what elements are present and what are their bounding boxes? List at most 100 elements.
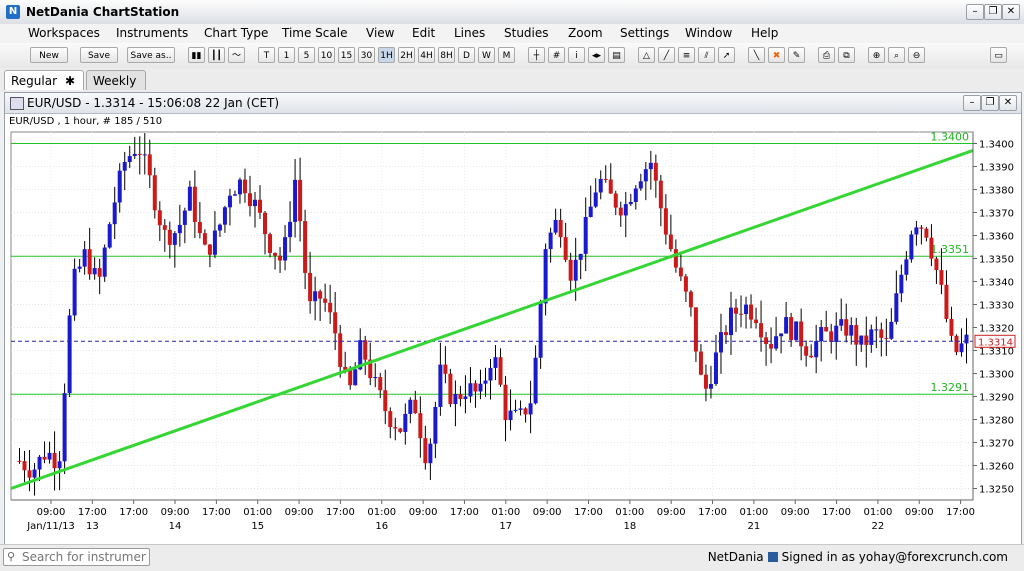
candle-body xyxy=(388,411,393,428)
candle-body xyxy=(884,337,889,339)
channel-tool-icon[interactable]: ⫽ xyxy=(698,47,715,63)
fibonacci-tool-icon[interactable]: ≡ xyxy=(678,47,695,63)
chart-close-button[interactable]: ✕ xyxy=(999,95,1017,111)
timeframe-w[interactable]: W xyxy=(478,47,495,63)
print-preview-icon[interactable]: ⧉ xyxy=(838,47,855,63)
menu-lines[interactable]: Lines xyxy=(454,26,485,40)
minimize-button[interactable]: – xyxy=(966,4,984,20)
tab-close-icon[interactable]: ✱ xyxy=(65,71,75,91)
zoom-out-icon[interactable]: ⊖ xyxy=(908,47,925,63)
toolbar-menu-icon[interactable]: ▭ xyxy=(990,47,1007,63)
candle-body xyxy=(348,369,353,386)
timeframe-1h[interactable]: 1H xyxy=(378,47,395,63)
menu-studies[interactable]: Studies xyxy=(504,26,549,40)
candle-body xyxy=(523,408,528,415)
timeframe-2h[interactable]: 2H xyxy=(398,47,415,63)
candle-body xyxy=(849,325,854,336)
chart-restore-button[interactable]: ❐ xyxy=(981,95,999,111)
menu-bar: Workspaces Instruments Chart Type Time S… xyxy=(0,24,1024,43)
menu-zoom[interactable]: Zoom xyxy=(568,26,603,40)
bar-chart-icon[interactable]: ┃┃ xyxy=(208,47,225,63)
timeframe-5[interactable]: 5 xyxy=(298,47,315,63)
tab-regular[interactable]: Regular ✱ xyxy=(4,70,84,90)
candle-body xyxy=(202,233,207,245)
timeframe-d[interactable]: D xyxy=(458,47,475,63)
candle-body xyxy=(313,291,318,302)
candle-body xyxy=(283,237,288,261)
candle-body xyxy=(548,232,553,250)
timeframe-t[interactable]: T xyxy=(258,47,275,63)
arrow-tool-icon[interactable]: ➚ xyxy=(718,47,735,63)
candlestick-chart-icon[interactable]: ▮▮ xyxy=(188,47,205,63)
bell-alert-icon[interactable]: △ xyxy=(638,47,655,63)
zoom-icon[interactable]: ⌕ xyxy=(888,47,905,63)
candle-body xyxy=(303,221,308,273)
menu-view[interactable]: View xyxy=(366,26,394,40)
restore-button[interactable]: ❐ xyxy=(984,4,1002,20)
candle-body xyxy=(408,399,413,414)
app-logo-icon: N xyxy=(6,5,20,19)
print-icon[interactable]: ⎙ xyxy=(818,47,835,63)
menu-chart-type[interactable]: Chart Type xyxy=(204,26,268,40)
grid-icon[interactable]: # xyxy=(548,47,565,63)
timeframe-m[interactable]: M xyxy=(498,47,515,63)
timeframe-8h[interactable]: 8H xyxy=(438,47,455,63)
save-as-button[interactable]: Save as.. xyxy=(127,47,175,63)
candle-body xyxy=(398,428,403,432)
menu-edit[interactable]: Edit xyxy=(412,26,435,40)
save-button[interactable]: Save xyxy=(80,47,118,63)
info-icon[interactable]: i xyxy=(568,47,585,63)
candle-body xyxy=(774,336,779,349)
menu-help[interactable]: Help xyxy=(751,26,778,40)
candle-body xyxy=(142,154,147,156)
menu-workspaces[interactable]: Workspaces xyxy=(28,26,100,40)
menu-time-scale[interactable]: Time Scale xyxy=(282,26,347,40)
search-input[interactable] xyxy=(22,550,146,564)
candle-body xyxy=(478,383,483,392)
timeframe-10[interactable]: 10 xyxy=(318,47,335,63)
price-chart[interactable]: EUR/USD , 1 hour, # 185 / 510 1.3400 1.33… xyxy=(5,114,1021,544)
crosshair-icon[interactable]: ┼ xyxy=(528,47,545,63)
scroll-icon[interactable]: ◂▸ xyxy=(588,47,605,63)
candle-body xyxy=(403,413,408,432)
instrument-search[interactable]: ⚲ xyxy=(3,548,150,566)
candle-body xyxy=(127,156,132,162)
edit-lines-icon[interactable]: ✎ xyxy=(788,47,805,63)
close-button[interactable]: ✕ xyxy=(1002,4,1020,20)
date-tick-label: 18 xyxy=(623,521,636,532)
menu-settings[interactable]: Settings xyxy=(620,26,669,40)
candle-body xyxy=(734,307,739,314)
last-price-label: 1.3314 xyxy=(978,337,1013,348)
candle-body xyxy=(874,329,879,331)
date-tick-label: 16 xyxy=(375,521,388,532)
candle-body xyxy=(949,318,954,336)
line-chart-icon[interactable]: 〜 xyxy=(228,47,245,63)
timeframe-30[interactable]: 30 xyxy=(358,47,375,63)
candle-body xyxy=(92,268,97,275)
timeframe-1[interactable]: 1 xyxy=(278,47,295,63)
menu-window[interactable]: Window xyxy=(685,26,732,40)
level-label: 1.3291 xyxy=(931,381,970,394)
candle-body xyxy=(588,206,593,218)
price-tick-label: 1.3270 xyxy=(979,439,1014,450)
time-tick-label: 01:00 xyxy=(739,507,768,518)
menu-instruments[interactable]: Instruments xyxy=(116,26,188,40)
chart-minimize-button[interactable]: – xyxy=(963,95,981,111)
timeframe-4h[interactable]: 4H xyxy=(418,47,435,63)
tab-weekly[interactable]: Weekly xyxy=(86,70,146,90)
draw-line-icon[interactable]: ╲ xyxy=(748,47,765,63)
new-button[interactable]: New xyxy=(30,47,68,63)
zoom-in-icon[interactable]: ⊕ xyxy=(868,47,885,63)
candle-body xyxy=(628,202,633,205)
delete-lines-icon[interactable]: ✖ xyxy=(768,47,785,63)
workspace-tabs: Regular ✱ Weekly xyxy=(0,68,1024,92)
timeframe-15[interactable]: 15 xyxy=(338,47,355,63)
candle-body xyxy=(879,329,884,338)
price-tick-label: 1.3290 xyxy=(979,393,1014,404)
candle-body xyxy=(453,393,458,405)
time-tick-label: 17:00 xyxy=(202,507,231,518)
candle-body xyxy=(177,224,182,234)
candle-body xyxy=(728,307,734,336)
trendline-tool-icon[interactable]: ╱ xyxy=(658,47,675,63)
volume-icon[interactable]: ▤ xyxy=(608,47,625,63)
